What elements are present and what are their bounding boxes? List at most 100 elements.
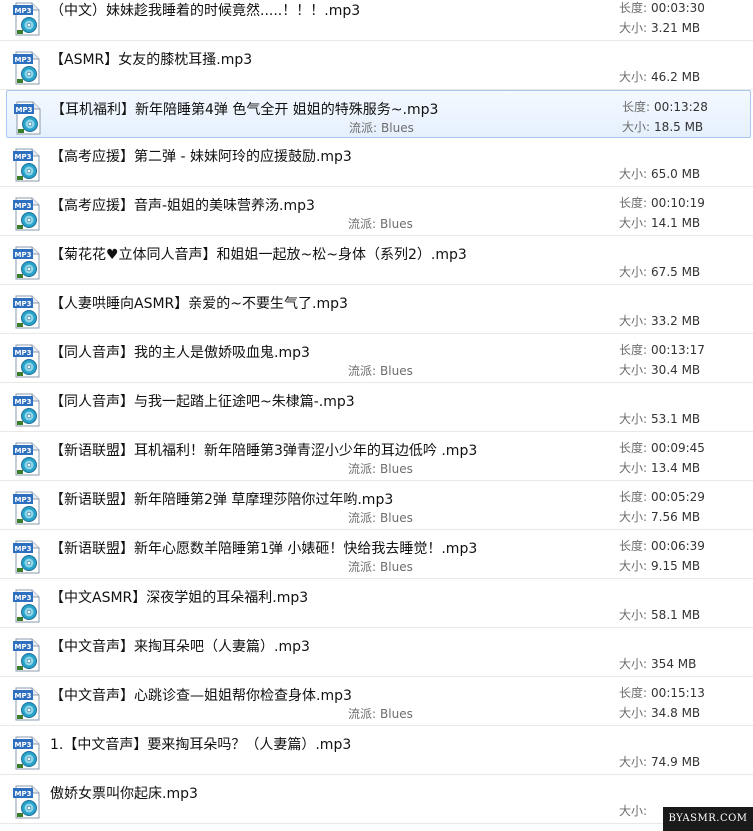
- file-duration: 长度: 00:06:39: [609, 536, 729, 556]
- svg-text:MP3: MP3: [15, 349, 32, 357]
- mp3-file-icon: MP3: [12, 442, 42, 476]
- file-size: 大小: 3.21 MB: [609, 18, 729, 38]
- file-row[interactable]: MP3 【同人音声】我的主人是傲娇吸血鬼.mp3 流派: Blues 长度: 00:13:…: [0, 334, 753, 383]
- file-name: 【中文ASMR】深夜学姐的耳朵福利.mp3: [50, 590, 309, 606]
- file-row[interactable]: MP3 【中文音声】心跳诊查—姐姐帮你检查身体.mp3 流派: Blues 长度: 00:…: [0, 677, 753, 726]
- file-meta: 长度: 00:13:28 大小: 18.5 MB: [612, 97, 732, 137]
- svg-text:MP3: MP3: [15, 741, 32, 749]
- svg-text:MP3: MP3: [15, 251, 32, 259]
- genre-value: Blues: [380, 462, 413, 476]
- file-name: （中文）妹妹趁我睡着的时候竟然.....！！！.mp3: [50, 3, 361, 19]
- file-size-value: 67.5 MB: [651, 265, 701, 279]
- file-size: 大小: 58.1 MB: [609, 605, 729, 625]
- file-name: 【高考应援】音声-姐姐的美味营养汤.mp3: [50, 198, 315, 214]
- file-name: 【新语联盟】新年陪睡第2弹 草摩理莎陪你过年哟.mp3: [50, 492, 394, 508]
- file-duration-label: 长度:: [619, 196, 648, 210]
- svg-text:MP3: MP3: [15, 545, 32, 553]
- mp3-file-icon: MP3: [12, 491, 42, 525]
- mp3-file-icon: MP3: [12, 393, 42, 427]
- mp3-file-icon: MP3: [12, 785, 42, 819]
- file-size-value: 53.1 MB: [651, 412, 701, 426]
- file-name: 傲娇女票叫你起床.mp3: [50, 786, 198, 802]
- file-name: 【同人音声】与我一起踏上征途吧~朱棣篇-.mp3: [50, 394, 355, 410]
- file-name: 【中文音声】心跳诊查—姐姐帮你检查身体.mp3: [50, 688, 352, 704]
- file-size: 大小: 74.9 MB: [609, 752, 729, 772]
- mp3-file-icon: MP3: [12, 589, 42, 623]
- file-duration: [609, 144, 729, 164]
- file-size-label: 大小:: [619, 314, 648, 328]
- mp3-file-icon: MP3: [12, 638, 42, 672]
- file-size: 大小: 9.15 MB: [609, 556, 729, 576]
- file-duration-label: 长度:: [619, 686, 648, 700]
- genre-label: 流派:: [349, 121, 378, 135]
- file-size-label: 大小:: [619, 510, 648, 524]
- file-row[interactable]: MP3 （中文）妹妹趁我睡着的时候竟然.....！！！.mp3 长度: 00:03:3…: [0, 0, 753, 41]
- file-duration: 长度: 00:05:29: [609, 487, 729, 507]
- file-genre: 流派: Blues: [348, 215, 413, 232]
- mp3-file-icon: MP3: [12, 540, 42, 574]
- file-size-value: 14.1 MB: [651, 216, 701, 230]
- mp3-file-icon: MP3: [13, 101, 43, 135]
- file-row[interactable]: MP3 【高考应援】第二弹 - 妹妹阿玲的应援鼓励.mp3 大小: 65.0 MB: [0, 138, 753, 187]
- file-list: MP3 （中文）妹妹趁我睡着的时候竟然.....！！！.mp3 长度: 00:03:3…: [0, 0, 753, 824]
- file-row[interactable]: MP3 【新语联盟】耳机福利！新年陪睡第3弹青涩小少年的耳边低吟 .mp3 流派: B…: [0, 432, 753, 481]
- file-name: 【中文音声】来掏耳朵吧（人妻篇）.mp3: [50, 639, 310, 655]
- file-duration-label: 长度:: [619, 490, 648, 504]
- mp3-file-icon: MP3: [12, 687, 42, 721]
- genre-label: 流派:: [348, 560, 377, 574]
- file-meta: 长度: 00:03:30 大小: 3.21 MB: [609, 0, 729, 38]
- file-size-label: 大小:: [619, 657, 648, 671]
- mp3-file-icon: MP3: [12, 344, 42, 378]
- file-meta: 大小: 58.1 MB: [609, 585, 729, 625]
- file-size-label: 大小:: [619, 21, 648, 35]
- file-size: 大小: 7.56 MB: [609, 507, 729, 527]
- file-size-label: 大小:: [619, 412, 648, 426]
- mp3-file-icon: MP3: [12, 295, 42, 329]
- file-duration-value: 00:09:45: [651, 441, 705, 455]
- file-size: 大小: 354 MB: [609, 654, 729, 674]
- svg-text:MP3: MP3: [15, 594, 32, 602]
- file-name: 【高考应援】第二弹 - 妹妹阿玲的应援鼓励.mp3: [50, 149, 352, 165]
- file-row[interactable]: MP3 【ASMR】女友的膝枕耳搔.mp3 大小: 46.2 MB: [0, 41, 753, 90]
- file-row[interactable]: MP3 【菊花花♥立体同人音声】和姐姐一起放~松~身体（系列2）.mp3 大小: 67…: [0, 236, 753, 285]
- file-row[interactable]: MP3 【高考应援】音声-姐姐的美味营养汤.mp3 流派: Blues 长度: 00:10…: [0, 187, 753, 236]
- file-size: 大小: 46.2 MB: [609, 67, 729, 87]
- file-row[interactable]: MP3 1.【中文音声】要来掏耳朵吗？（人妻篇）.mp3 大小: 74.9 MB: [0, 726, 753, 775]
- file-duration-value: 00:03:30: [651, 1, 705, 15]
- file-duration: 长度: 00:03:30: [609, 0, 729, 18]
- file-size-value: 74.9 MB: [651, 755, 701, 769]
- genre-label: 流派:: [348, 707, 377, 721]
- file-name: 1.【中文音声】要来掏耳朵吗？（人妻篇）.mp3: [50, 737, 352, 753]
- file-row[interactable]: MP3 傲娇女票叫你起床.mp3 大小:: [0, 775, 753, 824]
- mp3-file-icon: MP3: [12, 148, 42, 182]
- file-size-label: 大小:: [619, 608, 648, 622]
- file-duration-label: 长度:: [619, 539, 648, 553]
- file-size: 大小: 67.5 MB: [609, 262, 729, 282]
- file-size: 大小: 18.5 MB: [612, 117, 732, 137]
- mp3-file-icon: MP3: [12, 246, 42, 280]
- file-meta: 大小: 33.2 MB: [609, 291, 729, 331]
- file-genre: 流派: Blues: [348, 460, 413, 477]
- genre-label: 流派:: [348, 511, 377, 525]
- file-duration-label: 长度:: [622, 100, 651, 114]
- file-size: 大小: 34.8 MB: [609, 703, 729, 723]
- file-size-label: 大小:: [619, 804, 648, 818]
- svg-text:MP3: MP3: [15, 692, 32, 700]
- file-duration: [609, 242, 729, 262]
- file-row[interactable]: MP3 【中文ASMR】深夜学姐的耳朵福利.mp3 大小: 58.1 MB: [0, 579, 753, 628]
- file-row[interactable]: MP3 【人妻哄睡向ASMR】亲爱的~不要生气了.mp3 大小: 33.2 MB: [0, 285, 753, 334]
- file-duration: [609, 781, 729, 801]
- file-row[interactable]: MP3 【同人音声】与我一起踏上征途吧~朱棣篇-.mp3 大小: 53.1 MB: [0, 383, 753, 432]
- file-duration-label: 长度:: [619, 441, 648, 455]
- file-name: 【新语联盟】新年心愿数羊陪睡第1弹 小婊砸！快给我去睡觉！.mp3: [50, 541, 478, 557]
- file-row[interactable]: MP3 【中文音声】来掏耳朵吧（人妻篇）.mp3 大小: 354 MB: [0, 628, 753, 677]
- file-row[interactable]: MP3 【耳机福利】新年陪睡第4弹 色气全开 姐姐的特殊服务~.mp3 流派: Blu…: [6, 90, 751, 138]
- genre-label: 流派:: [348, 462, 377, 476]
- file-genre: 流派: Blues: [349, 119, 414, 136]
- file-size-label: 大小:: [619, 461, 648, 475]
- file-row[interactable]: MP3 【新语联盟】新年心愿数羊陪睡第1弹 小婊砸！快给我去睡觉！.mp3 流派: B…: [0, 530, 753, 579]
- file-size-value: 34.8 MB: [651, 706, 701, 720]
- file-duration: 长度: 00:13:28: [612, 97, 732, 117]
- file-row[interactable]: MP3 【新语联盟】新年陪睡第2弹 草摩理莎陪你过年哟.mp3 流派: Blues 长度…: [0, 481, 753, 530]
- file-size-value: 354 MB: [651, 657, 697, 671]
